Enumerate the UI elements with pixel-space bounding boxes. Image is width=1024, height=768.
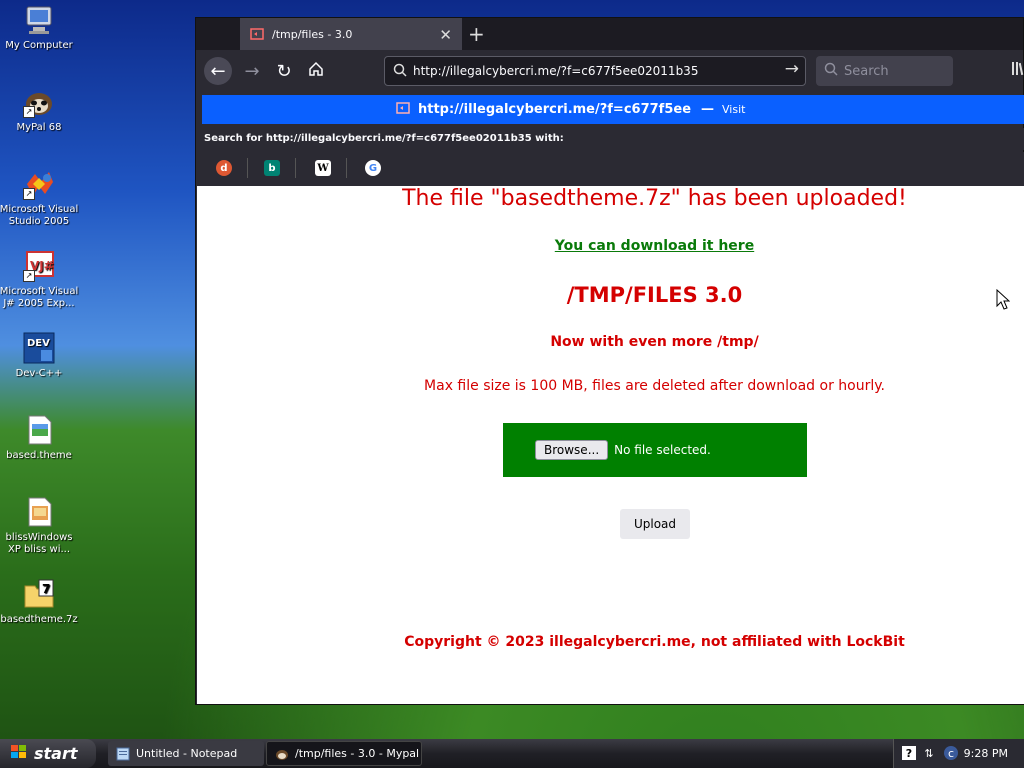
browse-button[interactable]: Browse... bbox=[535, 440, 609, 460]
devcpp-icon: DEV bbox=[23, 332, 55, 364]
desktop-icon-my-computer[interactable]: My Computer bbox=[0, 4, 79, 52]
url-suggestion-row[interactable]: http://illegalcybercri.me/?f=c677f5ee — … bbox=[202, 95, 1024, 124]
search-engine-row: d b W G bbox=[196, 152, 1024, 186]
tagline: Now with even more /tmp/ bbox=[550, 334, 759, 350]
bing-icon[interactable]: b bbox=[264, 160, 280, 176]
divider bbox=[346, 158, 347, 178]
reload-icon: ↻ bbox=[276, 60, 292, 82]
shortcut-arrow-icon: ↗ bbox=[23, 188, 35, 200]
start-label: start bbox=[34, 744, 78, 763]
tab-title: /tmp/files - 3.0 bbox=[272, 27, 353, 41]
file-status: No file selected. bbox=[614, 443, 711, 457]
system-tray: ? ⇅ c 9:28 PM bbox=[893, 739, 1024, 768]
home-button[interactable] bbox=[302, 57, 330, 85]
mypal-tray-icon[interactable]: c bbox=[944, 746, 958, 760]
upload-button[interactable]: Upload bbox=[620, 509, 690, 539]
max-size-notice: Max file size is 100 MB, files are delet… bbox=[424, 378, 885, 394]
desktop-icon-label: Dev-C++ bbox=[15, 368, 63, 379]
desktop-icon-bliss[interactable]: blissWindows XP bliss wi... bbox=[0, 496, 79, 556]
desktop-icon-based-theme[interactable]: based.theme bbox=[0, 414, 79, 462]
svg-text:7: 7 bbox=[42, 582, 50, 596]
shortcut-arrow-icon: ↗ bbox=[23, 106, 35, 118]
desktop-icon-devcpp[interactable]: DEV Dev-C++ bbox=[0, 332, 79, 380]
desktop-icon-mypal[interactable]: ↗ MyPal 68 bbox=[0, 86, 79, 134]
notepad-icon bbox=[116, 747, 130, 761]
network-icon[interactable]: ⇅ bbox=[922, 746, 936, 760]
google-icon[interactable]: G bbox=[365, 160, 381, 176]
site-favicon-icon bbox=[250, 28, 264, 40]
taskbar-item-label: Untitled - Notepad bbox=[136, 747, 238, 760]
library-icon[interactable] bbox=[1012, 60, 1024, 80]
archive-icon: 7 bbox=[23, 578, 55, 610]
wikipedia-icon[interactable]: W bbox=[315, 160, 331, 176]
clock: 9:28 PM bbox=[963, 747, 1008, 760]
close-tab-icon[interactable]: ✕ bbox=[439, 26, 452, 44]
search-placeholder: Search bbox=[844, 63, 889, 79]
search-icon bbox=[824, 62, 838, 80]
taskbar-item-notepad[interactable]: Untitled - Notepad bbox=[108, 741, 264, 766]
navigation-bar: ← → ↻ http://illegalcybercri.me/?f=c677f… bbox=[196, 50, 1024, 90]
desktop-icon-label: MyPal 68 bbox=[16, 122, 62, 133]
tab-bar: /tmp/files - 3.0 ✕ + bbox=[196, 18, 1023, 50]
url-text: http://illegalcybercri.me/?f=c677f5ee020… bbox=[413, 64, 699, 78]
forward-button[interactable]: → bbox=[238, 57, 266, 85]
svg-text:DEV: DEV bbox=[27, 338, 50, 349]
url-bar[interactable]: http://illegalcybercri.me/?f=c677f5ee020… bbox=[384, 56, 806, 86]
taskbar-item-label: /tmp/files - 3.0 - Mypal bbox=[295, 747, 420, 760]
start-button[interactable]: start bbox=[0, 739, 96, 768]
page-title: /TMP/FILES 3.0 bbox=[566, 283, 743, 307]
go-arrow-icon[interactable]: → bbox=[785, 59, 799, 79]
site-favicon-icon bbox=[396, 101, 410, 118]
theme-file-icon bbox=[23, 414, 55, 446]
image-file-icon bbox=[23, 496, 55, 528]
mypal-icon: ↗ bbox=[23, 86, 55, 118]
browser-window: /tmp/files - 3.0 ✕ + ← → ↻ http://illega… bbox=[195, 17, 1024, 705]
file-upload-box: Browse... No file selected. bbox=[503, 423, 807, 477]
visual-jsharp-icon: VJ# ↗ bbox=[23, 250, 55, 282]
help-icon[interactable]: ? bbox=[902, 746, 916, 760]
desktop-icon-visual-jsharp[interactable]: VJ# ↗ Microsoft Visual J# 2005 Exp... bbox=[0, 250, 79, 310]
shortcut-arrow-icon: ↗ bbox=[23, 270, 35, 282]
desktop-icon-label: Microsoft Visual J# 2005 Exp... bbox=[0, 286, 79, 309]
windows-logo-icon bbox=[10, 744, 28, 764]
desktop-icon-label: Microsoft Visual Studio 2005 bbox=[0, 204, 79, 227]
arrow-left-icon: ← bbox=[210, 60, 226, 82]
taskbar: start Untitled - Notepad /tmp/files - 3.… bbox=[0, 739, 1024, 768]
home-icon bbox=[308, 61, 324, 82]
computer-icon bbox=[23, 4, 55, 36]
desktop-icon-label: blissWindows XP bliss wi... bbox=[5, 532, 73, 555]
new-tab-icon[interactable]: + bbox=[468, 22, 485, 46]
tab-active[interactable]: /tmp/files - 3.0 ✕ bbox=[240, 18, 462, 50]
duckduckgo-icon[interactable]: d bbox=[216, 160, 232, 176]
arrow-right-icon: → bbox=[244, 60, 260, 82]
reload-button[interactable]: ↻ bbox=[270, 57, 298, 85]
upload-success-heading: The file "basedtheme.7z" has been upload… bbox=[402, 186, 907, 211]
visual-studio-icon: ↗ bbox=[23, 168, 55, 200]
divider bbox=[247, 158, 248, 178]
search-icon bbox=[393, 63, 407, 80]
back-button[interactable]: ← bbox=[204, 57, 232, 85]
desktop-icon-visual-studio[interactable]: ↗ Microsoft Visual Studio 2005 bbox=[0, 168, 79, 228]
suggestion-visit: Visit bbox=[722, 103, 746, 116]
suggestion-dash: — bbox=[701, 102, 715, 117]
page-content: The file "basedtheme.7z" has been upload… bbox=[197, 186, 1024, 704]
search-input[interactable]: Search bbox=[816, 56, 953, 86]
suggestion-url: http://illegalcybercri.me/?f=c677f5ee bbox=[418, 102, 692, 117]
taskbar-item-mypal[interactable]: /tmp/files - 3.0 - Mypal bbox=[266, 741, 422, 766]
desktop-icon-label: My Computer bbox=[5, 40, 73, 51]
download-link[interactable]: You can download it here bbox=[197, 238, 1024, 254]
divider bbox=[295, 158, 296, 178]
copyright-footer: Copyright © 2023 illegalcybercri.me, not… bbox=[404, 634, 905, 650]
mypal-icon bbox=[275, 747, 289, 761]
search-with-label: Search for http://illegalcybercri.me/?f=… bbox=[196, 128, 1024, 150]
desktop-icon-basedtheme-7z[interactable]: 7 basedtheme.7z bbox=[0, 578, 79, 626]
desktop-icon-label: based.theme bbox=[6, 450, 72, 461]
desktop-icon-label: basedtheme.7z bbox=[0, 614, 78, 625]
